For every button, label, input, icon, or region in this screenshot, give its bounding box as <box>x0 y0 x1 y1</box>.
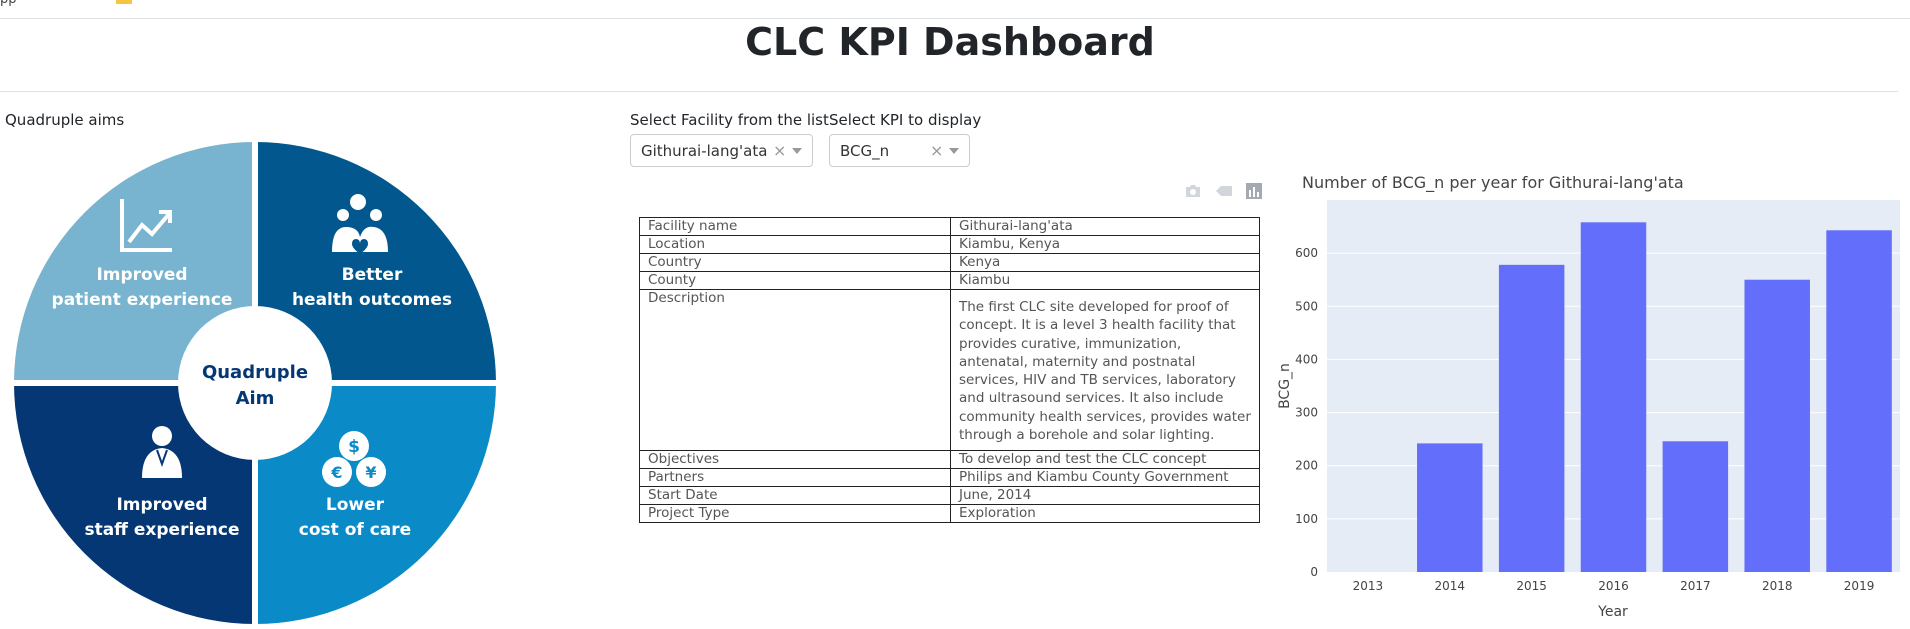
center-circle <box>178 306 332 460</box>
table-row: County Kiambu <box>639 271 1260 290</box>
facility-select-label: Select Facility from the list <box>630 111 829 129</box>
chevron-down-icon[interactable] <box>792 148 802 154</box>
y-tick-label: 400 <box>1295 352 1318 366</box>
x-tick-label: 2018 <box>1762 579 1793 593</box>
bar[interactable] <box>1826 230 1892 572</box>
kpi-dropdown[interactable]: BCG_n × <box>829 134 970 167</box>
quadrant-label-line1: Better <box>342 265 403 285</box>
y-tick-label: 600 <box>1295 246 1318 260</box>
x-tick-label: 2016 <box>1598 579 1629 593</box>
chart-modebar <box>1184 183 1264 203</box>
table-row: Country Kenya <box>639 253 1260 272</box>
svg-text:€: € <box>330 463 342 482</box>
bar[interactable] <box>1744 279 1810 572</box>
table-row: Description The first CLC site developed … <box>639 288 1260 452</box>
quadrant-label-line2: patient experience <box>52 290 233 310</box>
chart-title: Number of BCG_n per year for Githurai-la… <box>1302 173 1684 193</box>
clear-kpi-icon[interactable]: × <box>930 141 943 160</box>
table-value: Kenya <box>950 253 1260 272</box>
quadrant-label-line2: cost of care <box>299 520 411 540</box>
table-key: Location <box>639 235 951 254</box>
quadrant-label-line2: health outcomes <box>292 290 452 310</box>
center-label-line2: Aim <box>236 388 275 409</box>
table-value: June, 2014 <box>950 486 1260 506</box>
kpi-select-label: Select KPI to display <box>829 111 982 129</box>
svg-text:$: $ <box>348 437 360 457</box>
facility-dropdown[interactable]: Githurai-lang'ata × <box>630 134 813 167</box>
table-row: Facility name Githurai-lang'ata <box>639 217 1260 236</box>
quadrant-label-line1: Improved <box>96 265 187 285</box>
table-row: Project Type Exploration <box>639 504 1260 524</box>
table-key: Project Type <box>639 504 951 524</box>
table-key: Partners <box>639 468 951 488</box>
table-value: To develop and test the CLC concept <box>950 450 1260 470</box>
x-tick-label: 2015 <box>1516 579 1547 593</box>
clear-facility-icon[interactable]: × <box>773 141 786 160</box>
quadrant-label-line1: Improved <box>116 495 207 515</box>
table-value: Exploration <box>950 504 1260 524</box>
table-key: Start Date <box>639 486 951 506</box>
bar[interactable] <box>1417 443 1483 572</box>
bar-chart-icon[interactable] <box>1246 183 1262 203</box>
kpi-dropdown-value: BCG_n <box>840 142 890 160</box>
chevron-down-icon[interactable] <box>949 148 959 154</box>
y-tick-label: 500 <box>1295 299 1318 313</box>
facility-info-table: Facility name Githurai-lang'ata Location K… <box>639 217 1260 524</box>
folder-icon[interactable] <box>116 0 132 4</box>
bar[interactable] <box>1662 441 1729 572</box>
quadrant-label-line2: staff experience <box>84 520 239 540</box>
divider <box>0 91 1898 92</box>
svg-text:¥: ¥ <box>365 463 376 482</box>
page-title: CLC KPI Dashboard <box>745 20 1155 64</box>
app-menu-text[interactable]: pp <box>0 0 17 7</box>
table-value: Kiambu, Kenya <box>950 235 1260 254</box>
table-key: County <box>639 271 951 290</box>
quadrant-label-line1: Lower <box>326 495 385 515</box>
bar[interactable] <box>1498 264 1565 572</box>
table-value: Philips and Kiambu County Government <box>950 468 1260 488</box>
y-axis-title: BCG_n <box>1277 363 1293 409</box>
table-key: Facility name <box>639 217 951 236</box>
table-row: Objectives To develop and test the CLC co… <box>639 450 1260 470</box>
tag-icon[interactable] <box>1215 183 1233 203</box>
table-row: Start Date June, 2014 <box>639 486 1260 506</box>
table-row: Location Kiambu, Kenya <box>639 235 1260 254</box>
bcg-bar-chart: Number of BCG_n per year for Githurai-la… <box>1277 173 1900 620</box>
table-key: Objectives <box>639 450 951 470</box>
x-axis-title: Year <box>1597 604 1628 620</box>
table-value: Githurai-lang'ata <box>950 217 1260 236</box>
center-label-line1: Quadruple <box>202 362 308 383</box>
x-tick-label: 2014 <box>1435 579 1466 593</box>
y-tick-label: 100 <box>1295 512 1318 526</box>
quadruple-aim-graphic: $ € ¥ Improved patient experience Better… <box>14 142 496 624</box>
table-key: Description <box>639 288 951 452</box>
table-value: The first CLC site developed for proof o… <box>950 288 1260 452</box>
table-key: Country <box>639 253 951 272</box>
y-tick-label: 300 <box>1295 406 1318 420</box>
y-tick-label: 200 <box>1295 459 1318 473</box>
quadruple-aims-label: Quadruple aims <box>5 111 125 129</box>
bar[interactable] <box>1580 222 1647 572</box>
facility-dropdown-value: Githurai-lang'ata <box>641 142 768 160</box>
top-bar: pp <box>0 0 1910 19</box>
x-tick-label: 2019 <box>1844 579 1875 593</box>
table-row: Partners Philips and Kiambu County Govern… <box>639 468 1260 488</box>
x-tick-label: 2017 <box>1680 579 1711 593</box>
camera-icon[interactable] <box>1184 183 1202 203</box>
table-value: Kiambu <box>950 271 1260 290</box>
y-tick-label: 0 <box>1310 565 1318 579</box>
x-tick-label: 2013 <box>1353 579 1384 593</box>
